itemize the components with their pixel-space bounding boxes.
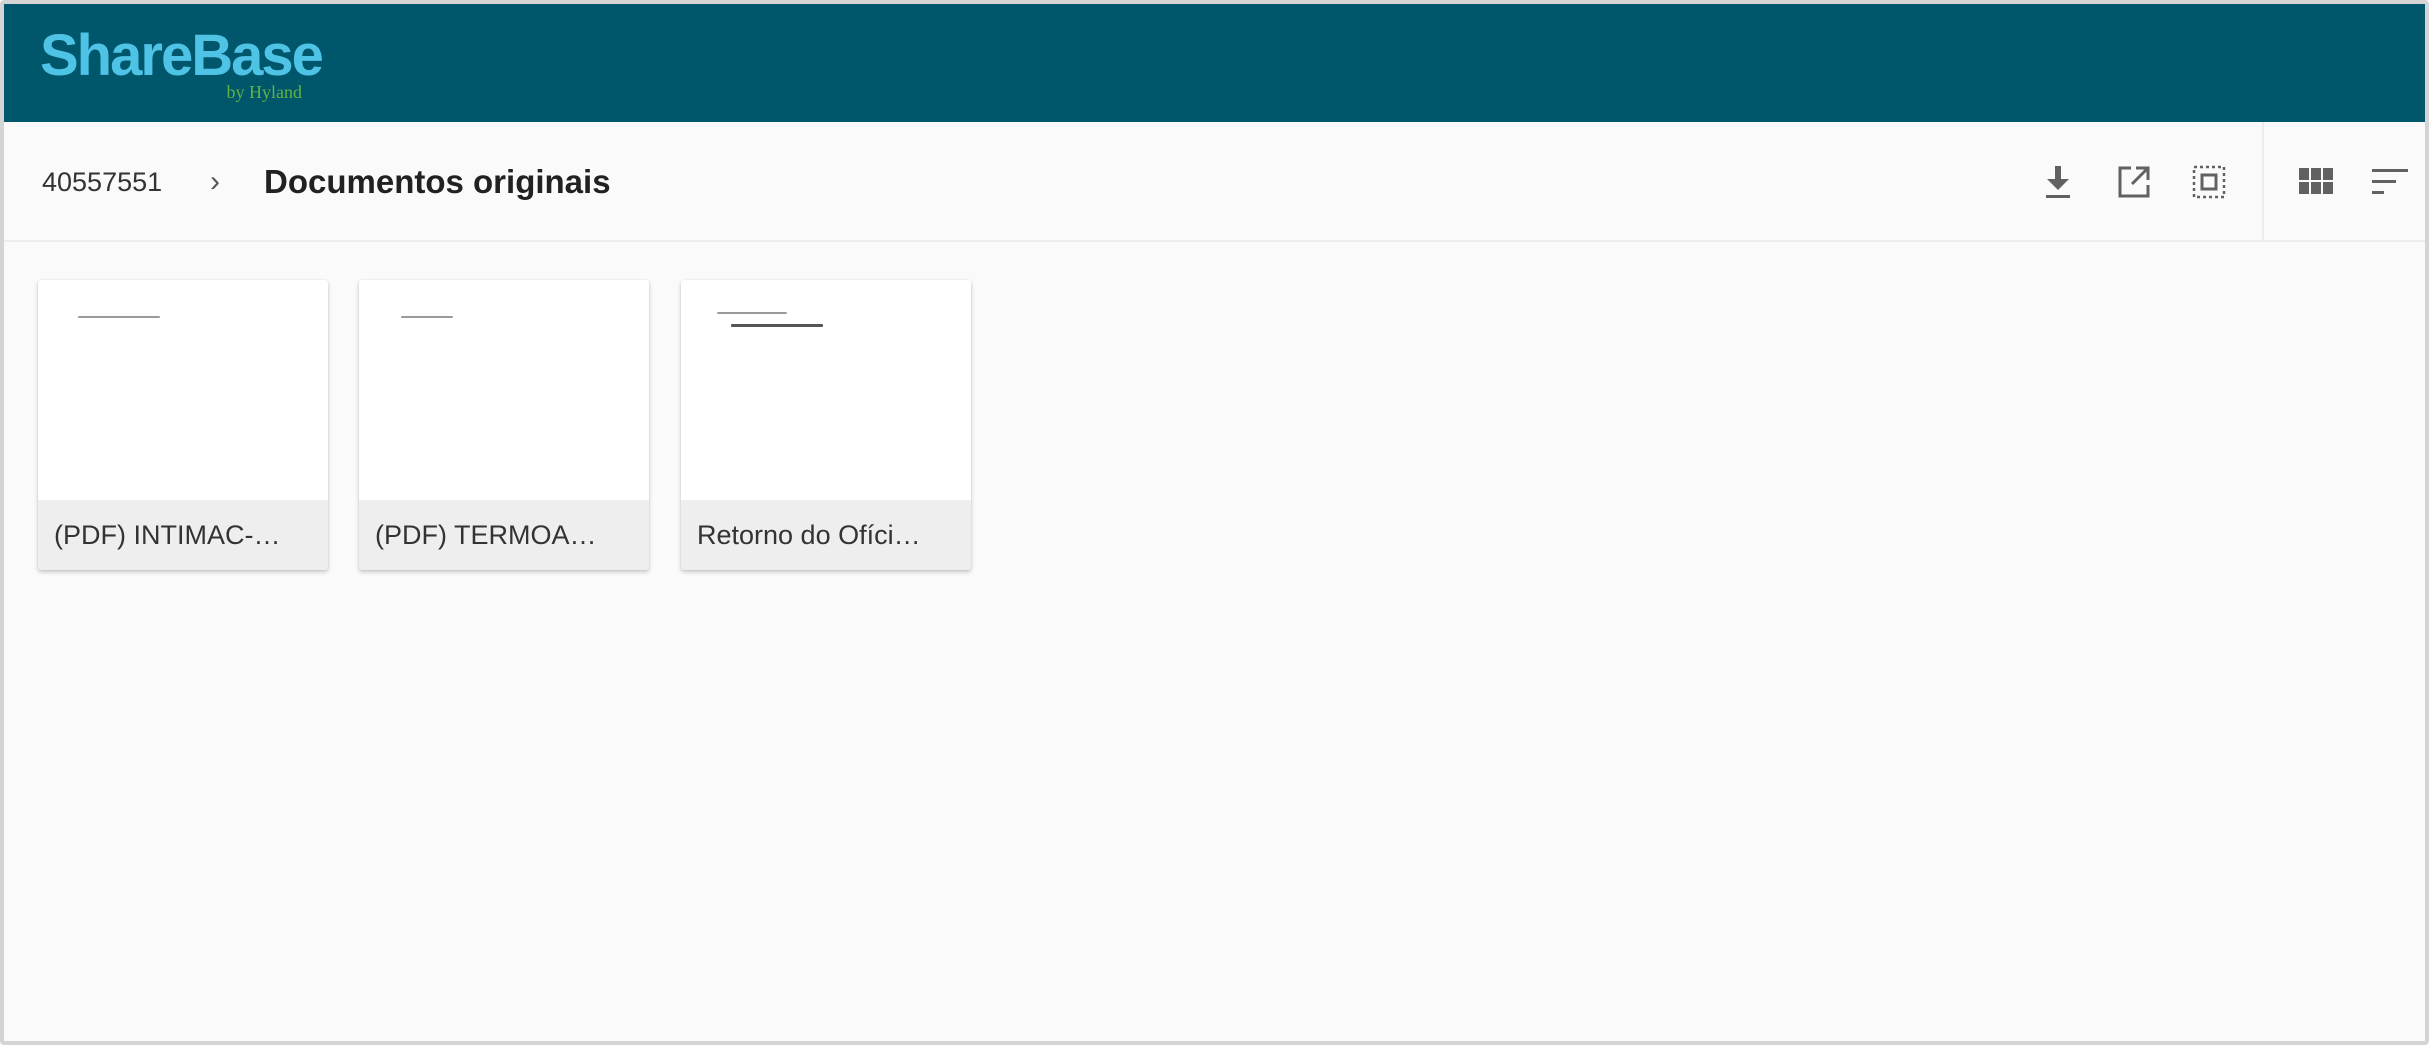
download-button[interactable]: [2034, 158, 2082, 206]
file-card[interactable]: (PDF) INTIMAC-…: [38, 280, 328, 570]
logo-text: ShareBase: [40, 23, 324, 88]
toolbar: 40557551 › Documentos originais: [4, 122, 2425, 242]
app-header: ShareBase by Hyland: [4, 4, 2425, 122]
file-card[interactable]: Retorno do Ofíci…: [681, 280, 971, 570]
select-all-icon: [2192, 165, 2226, 199]
download-icon: [2046, 166, 2070, 198]
chevron-right-icon: ›: [210, 165, 220, 198]
logo-subtext: by Hyland: [226, 82, 303, 102]
breadcrumb-root[interactable]: 40557551: [42, 166, 162, 198]
select-all-button[interactable]: [2185, 158, 2233, 206]
file-card[interactable]: (PDF) TERMOA…: [359, 280, 649, 570]
file-name: (PDF) TERMOA…: [359, 500, 649, 570]
sort-button[interactable]: [2366, 158, 2414, 206]
app-window: ShareBase by Hyland 40557551 › Documento…: [0, 0, 2429, 1045]
page-title: Documentos originais: [264, 163, 611, 200]
sort-icon: [2372, 169, 2408, 194]
sharebase-logo[interactable]: ShareBase by Hyland: [40, 24, 324, 108]
grid-view-icon: [2299, 168, 2333, 194]
pdf-thumbnail: [681, 280, 971, 500]
file-name: Retorno do Ofíci…: [681, 500, 971, 570]
grid-view-button[interactable]: [2292, 158, 2340, 206]
file-name: (PDF) INTIMAC-…: [38, 500, 328, 570]
pdf-thumbnail: [359, 280, 649, 500]
open-external-icon: [2118, 166, 2150, 198]
toolbar-divider: [2262, 122, 2264, 240]
pdf-thumbnail: [38, 280, 328, 500]
open-external-button[interactable]: [2110, 158, 2158, 206]
